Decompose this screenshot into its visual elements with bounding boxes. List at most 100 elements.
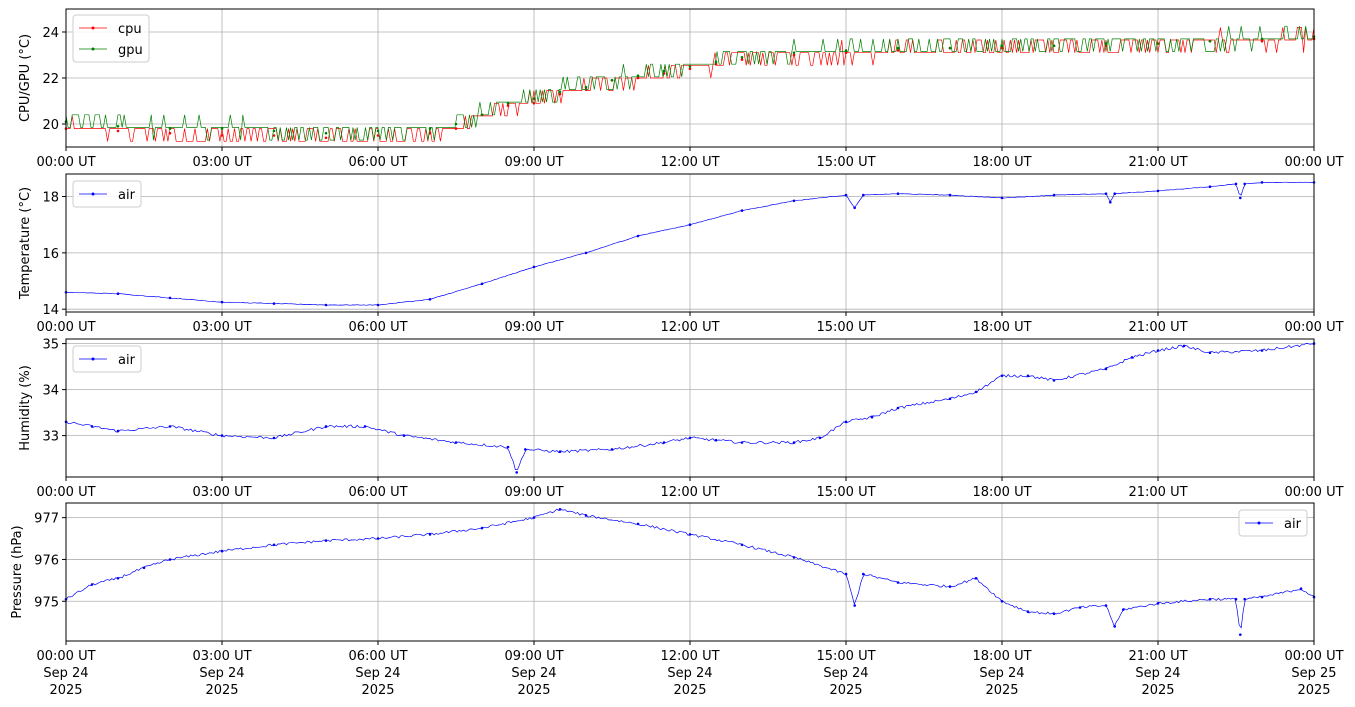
data-point-air [168,558,172,561]
data-point-air [948,585,952,588]
y-axis-label: Pressure (hPa) [10,525,25,618]
y-tick-label: 18 [42,191,59,206]
data-point-air [402,434,406,437]
data-point-air [1052,612,1056,616]
data-point-air [1052,193,1056,197]
data-point-air [636,522,640,526]
y-tick-label: 20 [42,118,59,133]
data-point-air [558,450,562,454]
x-tick-year: 2025 [829,683,862,698]
data-point-gpu [272,129,276,133]
data-point-air [844,572,848,576]
data-point-air [220,549,224,553]
data-point-air [1156,349,1160,352]
data-point-air [116,292,120,296]
x-tick-label: 18:00 UT [972,485,1031,500]
x-tick-label: 21:00 UT [1128,155,1187,170]
legend-marker-gpu [91,47,95,51]
data-point-gpu [168,127,172,130]
legend-label-air: air [118,353,136,368]
x-tick-label: 00:00 UT [36,485,95,500]
data-point-air [376,537,380,540]
x-tick-year: 2025 [1297,683,1330,698]
data-point-cpu [1000,46,1004,50]
data-point-air [272,302,276,305]
x-tick-label: 21:00 UT [1128,649,1187,664]
legend-label-air: air [1284,517,1302,532]
data-point-cpu [220,134,224,137]
data-point-air [1243,597,1246,601]
data-point-air [688,533,692,536]
data-point-cpu [324,136,328,140]
x-tick-label: 00:00 UT [36,320,95,335]
legend-marker-air [91,357,95,361]
data-point-gpu [1208,39,1212,43]
panel-1: 00:00 UT 03:00 UT 06:00 UT 09:00 UT 12:00 UT… [18,8,1344,170]
data-point-air [506,445,510,449]
data-point-gpu [662,69,666,73]
x-tick-date: Sep 24 [823,666,868,681]
data-point-air [480,282,484,286]
x-tick-label: 21:00 UT [1128,320,1187,335]
data-point-air [714,438,718,442]
data-point-air [862,193,865,197]
x-tick-label: 09:00 UT [504,155,563,170]
data-point-cpu [1260,39,1264,43]
x-tick-label: 00:00 UT [1284,485,1343,500]
data-point-cpu [506,104,510,107]
legend-label-gpu: gpu [118,43,143,58]
data-point-air [974,577,978,580]
data-point-air [1156,189,1160,193]
data-point-air [870,415,874,419]
data-point-gpu [1000,44,1004,48]
data-point-air [974,390,978,394]
x-tick-label: 06:00 UT [348,649,407,664]
data-point-cpu [740,58,744,61]
x-tick-label: 18:00 UT [972,155,1031,170]
data-point-air [740,441,744,444]
x-tick-label: 06:00 UT [348,155,407,170]
data-point-air [376,303,380,307]
data-point-gpu [740,56,744,59]
data-point-air [142,566,146,570]
x-tick-date: Sep 24 [199,666,244,681]
x-tick-date: Sep 24 [511,666,556,681]
data-point-air [220,434,224,437]
data-point-air [454,441,458,444]
data-point-air [324,539,328,542]
data-point-air [1208,185,1212,188]
data-point-air [1052,379,1056,382]
data-point-gpu [948,46,952,50]
data-point-air [844,420,848,424]
data-point-air [532,516,536,519]
x-tick-label: 00:00 UT [36,649,95,664]
data-point-air [740,543,744,547]
data-point-air [688,436,692,440]
data-point-gpu [584,85,588,89]
x-tick-date: Sep 24 [43,666,88,681]
x-tick-label: 03:00 UT [192,649,251,664]
data-point-air [1234,182,1238,186]
data-point-air [116,429,120,433]
legend-label-air: air [118,188,136,203]
panel-3: 00:00 UT 03:00 UT 06:00 UT 09:00 UT 12:00 UT… [18,338,1344,500]
data-point-gpu [1156,42,1160,45]
data-point-gpu [688,65,692,68]
x-tick-label: 00:00 UT [1284,649,1343,664]
x-tick-year: 2025 [673,683,706,698]
y-tick-label: 16 [42,247,59,262]
data-point-cpu [116,129,120,133]
data-point-air [116,577,120,580]
x-tick-year: 2025 [517,683,550,698]
data-point-cpu [168,131,172,135]
x-tick-date: Sep 24 [1135,666,1180,681]
data-point-air [272,543,276,547]
data-point-air [1113,192,1116,195]
data-point-air [1113,625,1116,628]
data-point-air [220,300,224,304]
data-point-air [1239,196,1242,200]
data-point-air [1156,602,1160,605]
x-tick-year: 2025 [1141,683,1174,698]
data-point-gpu [116,125,120,128]
y-axis-label: CPU/GPU (°C) [18,34,33,122]
